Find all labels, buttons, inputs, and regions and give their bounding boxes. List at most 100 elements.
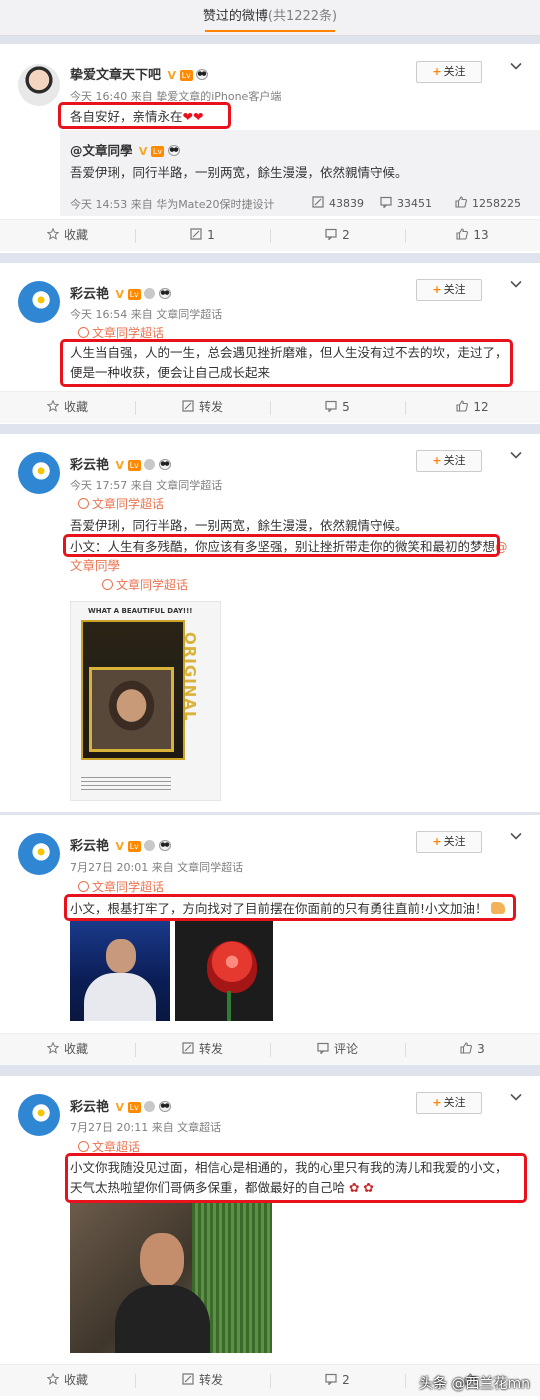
liked-count: (共1222条) [267, 9, 338, 24]
collect-button[interactable]: 收藏 [0, 1034, 135, 1065]
chevron-down-icon[interactable] [510, 830, 522, 842]
avatar[interactable] [18, 833, 60, 875]
username[interactable]: 彩云艳 V Lv [70, 1096, 171, 1115]
post-image-1[interactable] [70, 921, 170, 1021]
repost-block[interactable]: @文章同學 V Lv 吾爱伊琍，同行半路，一别两宽，餘生漫漫，依然親情守候。 今… [60, 130, 540, 216]
like-button[interactable]: 3 [405, 1034, 540, 1065]
supertopic-label[interactable]: 文章超话 [92, 1140, 140, 1154]
username-label[interactable]: 挚爱文章天下吧 [70, 68, 161, 83]
username[interactable]: 彩云艳 V Lv [70, 454, 171, 473]
star-icon [46, 1366, 60, 1385]
collect-button[interactable]: 收藏 [0, 1365, 135, 1396]
avatar[interactable] [18, 1094, 60, 1136]
supertopic-link[interactable]: 文章同学超话 [78, 878, 164, 895]
chevron-down-icon[interactable] [510, 60, 522, 72]
comment-button[interactable]: 评论 [270, 1034, 405, 1065]
repost-repost-count[interactable]: 43839 [312, 196, 364, 210]
thumbs-up-icon [456, 393, 469, 412]
plus-icon: + [432, 1096, 442, 1109]
username-label[interactable]: 彩云艳 [70, 458, 109, 473]
comment-button[interactable]: 2 [270, 220, 405, 251]
avatar[interactable] [18, 281, 60, 323]
level-icon: Lv [127, 841, 141, 852]
follow-button[interactable]: + 关注 [416, 831, 482, 853]
supertopic-label[interactable]: 文章同学超话 [92, 326, 164, 340]
post-image[interactable] [70, 1203, 272, 1353]
thumbs-up-icon [456, 221, 469, 240]
username-label[interactable]: 彩云艳 [70, 1100, 109, 1115]
supertopic-icon [78, 327, 89, 338]
collect-label: 收藏 [63, 228, 88, 242]
star-icon [46, 393, 60, 412]
repost-comment-count[interactable]: 33451 [380, 196, 432, 210]
username-label[interactable]: 彩云艳 [70, 287, 109, 302]
post-meta: 7月27日 20:01 来自 文章同学超话 [70, 861, 244, 874]
repost-user[interactable]: @文章同學 V Lv [70, 140, 180, 159]
action-bar: 收藏 1 2 13 [0, 219, 540, 251]
supertopic-label[interactable]: 文章同学超话 [92, 880, 164, 894]
follow-button[interactable]: + 关注 [416, 279, 482, 301]
username[interactable]: 挚爱文章天下吧 V Lv [70, 64, 209, 83]
repost-button[interactable]: 1 [135, 220, 270, 251]
like-count: 12 [473, 400, 489, 414]
level-icon: Lv [127, 460, 141, 471]
collect-label: 收藏 [63, 1373, 88, 1387]
panda-icon [196, 69, 209, 80]
post-image-2[interactable] [175, 921, 273, 1021]
like-button[interactable]: 12 [405, 392, 540, 423]
avatar[interactable] [18, 64, 60, 106]
supertopic-label[interactable]: 文章同学超话 [92, 497, 164, 511]
supertopic-icon [78, 881, 89, 892]
panda-icon [158, 459, 171, 470]
comment-icon [380, 196, 392, 209]
chevron-down-icon[interactable] [510, 278, 522, 290]
follow-button[interactable]: + 关注 [416, 450, 482, 472]
user-badges: V Lv [116, 840, 171, 853]
thumbs-up-icon [460, 1035, 473, 1054]
avatar[interactable] [18, 452, 60, 494]
collect-button[interactable]: 收藏 [0, 392, 135, 423]
comment-button[interactable]: 2 [270, 1365, 405, 1396]
verified-icon: V [115, 1101, 125, 1114]
follow-button[interactable]: + 关注 [416, 1092, 482, 1114]
username-label[interactable]: 彩云艳 [70, 839, 109, 854]
chevron-down-icon[interactable] [510, 1091, 522, 1103]
repost-button[interactable]: 转发 [135, 392, 270, 423]
highlight-box [64, 894, 516, 921]
medal-icon [144, 288, 156, 299]
supertopic-link[interactable]: 文章同学超话 [78, 495, 164, 512]
follow-label: 关注 [443, 1096, 466, 1109]
chevron-down-icon[interactable] [510, 449, 522, 461]
repost-like-count[interactable]: 1258225 [455, 196, 521, 210]
post-image[interactable]: WHAT A BEAUTIFUL DAY!!! ORIGINAL [70, 601, 221, 801]
highlight-box [63, 534, 500, 557]
supertopic-icon [102, 579, 113, 590]
supertopic-link-2[interactable]: 文章同学超话 [102, 576, 188, 593]
image-person-body [84, 973, 156, 1021]
repost-button[interactable]: 转发 [135, 1034, 270, 1065]
like-button[interactable]: 13 [405, 220, 540, 251]
repost-meta: 今天 14:53 来自 华为Mate20保时捷设计 [70, 198, 275, 211]
supertopic-label-2[interactable]: 文章同学超话 [116, 578, 188, 592]
collect-button[interactable]: 收藏 [0, 220, 135, 251]
repost-user-label[interactable]: @文章同學 [70, 143, 133, 158]
repost-count: 1 [207, 228, 215, 242]
repost-label: 转发 [198, 400, 223, 414]
image-person-body [115, 1285, 210, 1353]
username[interactable]: 彩云艳 V Lv [70, 835, 171, 854]
level-icon: Lv [127, 289, 141, 300]
post-meta: 今天 17:57 来自 文章同学超话 [70, 479, 223, 492]
repost-icon [182, 1366, 194, 1385]
mention-link[interactable]: 文章同學 [70, 556, 120, 575]
follow-label: 关注 [443, 454, 466, 467]
level-icon: Lv [150, 146, 165, 157]
user-badges: V Lv [116, 459, 171, 472]
follow-button[interactable]: + 关注 [416, 61, 482, 83]
repost-button[interactable]: 转发 [135, 1365, 270, 1396]
follow-label: 关注 [443, 65, 466, 78]
comment-icon [317, 1035, 329, 1055]
comment-button[interactable]: 5 [270, 392, 405, 423]
weibo-card-4: 彩云艳 V Lv 7月27日 20:01 来自 文章同学超话 + 关注 文章同学超… [0, 815, 540, 1065]
username[interactable]: 彩云艳 V Lv [70, 283, 171, 302]
user-badges: V Lv [116, 288, 171, 301]
